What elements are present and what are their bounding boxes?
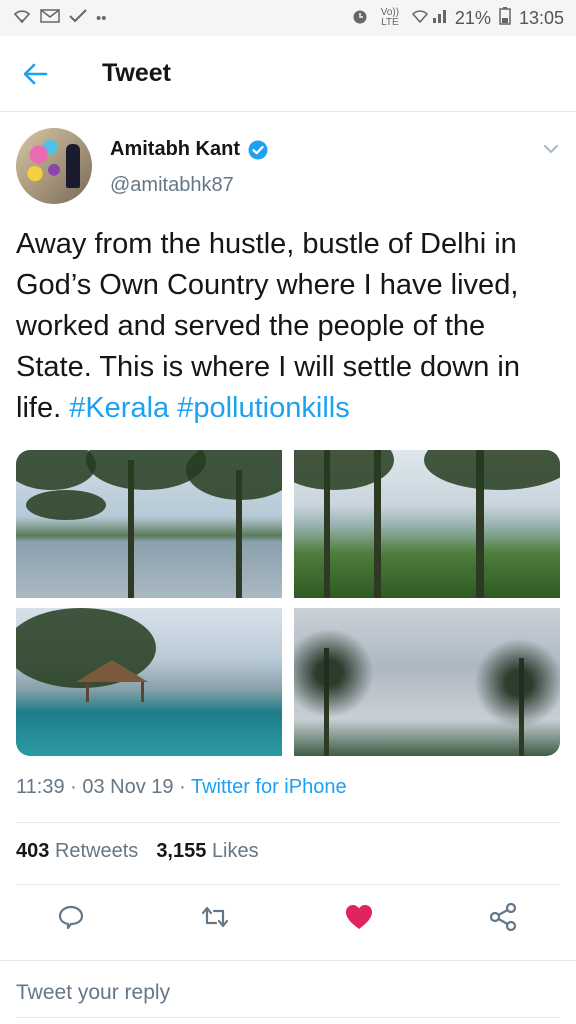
media-grid	[16, 450, 560, 756]
heart-icon	[346, 905, 372, 929]
arrow-left-icon	[23, 63, 48, 84]
tweet-stats: 403 Retweets 3,155 Likes	[16, 840, 259, 863]
share-button[interactable]	[488, 902, 518, 932]
tweet-time: 11:39	[16, 776, 65, 798]
like-button[interactable]	[344, 902, 374, 932]
tweet-header: Amitabh Kant @amitabhk87	[16, 128, 560, 208]
wifi-signal-icon	[411, 8, 447, 28]
wifi-icon	[12, 8, 32, 28]
app-bar: Tweet	[0, 36, 576, 112]
media-photo-palms[interactable]	[294, 608, 560, 756]
verified-badge-icon	[248, 140, 268, 159]
reply-input[interactable]	[16, 975, 560, 1011]
reply-underline	[16, 1017, 560, 1018]
divider	[16, 884, 560, 885]
volte-label: Vo)) LTE	[380, 7, 400, 28]
share-icon	[489, 902, 517, 932]
more-dots-icon: ••	[96, 9, 107, 27]
retweets-label: Retweets	[54, 840, 139, 862]
gmail-icon	[40, 8, 60, 28]
likes-count: 3,155	[156, 840, 207, 862]
hashtag-kerala[interactable]: #Kerala	[69, 392, 169, 424]
likes-label: Likes	[211, 840, 259, 862]
chevron-down-icon[interactable]	[542, 140, 560, 158]
retweets-count: 403	[16, 840, 50, 862]
media-photo-pool[interactable]	[16, 608, 282, 756]
tweet-source-link[interactable]: Twitter for iPhone	[191, 776, 347, 798]
battery-icon	[499, 7, 511, 29]
avatar[interactable]	[16, 128, 92, 204]
back-button[interactable]	[0, 36, 70, 112]
retweet-button[interactable]	[200, 902, 230, 932]
media-photo-lake[interactable]	[16, 450, 282, 598]
author-name[interactable]: Amitabh Kant	[110, 138, 240, 161]
tweet-text: Away from the hustle, bustle of Delhi in…	[16, 224, 560, 429]
author-handle[interactable]: @amitabhk87	[110, 174, 234, 197]
tweet-actions	[16, 888, 560, 952]
reply-bar	[0, 960, 576, 1024]
divider	[16, 822, 560, 823]
reply-button[interactable]	[56, 902, 86, 932]
media-photo-forest[interactable]	[294, 450, 560, 598]
retweet-icon	[201, 906, 229, 928]
battery-percent: 21%	[454, 7, 491, 28]
alarm-icon	[351, 7, 369, 29]
status-time: 13:05	[518, 7, 564, 28]
tweet-date: 03 Nov 19	[82, 776, 174, 798]
reply-icon	[58, 905, 84, 930]
hashtag-pollutionkills[interactable]: #pollutionkills	[177, 392, 350, 424]
retweets-stat[interactable]: 403 Retweets	[16, 840, 138, 863]
status-bar: •• Vo)) LTE 21% 13:05	[0, 0, 576, 36]
tweet-meta: 11:39 · 03 Nov 19 · Twitter for iPhone	[16, 776, 347, 798]
check-icon	[68, 8, 88, 28]
page-title: Tweet	[102, 59, 171, 87]
likes-stat[interactable]: 3,155 Likes	[156, 840, 258, 863]
